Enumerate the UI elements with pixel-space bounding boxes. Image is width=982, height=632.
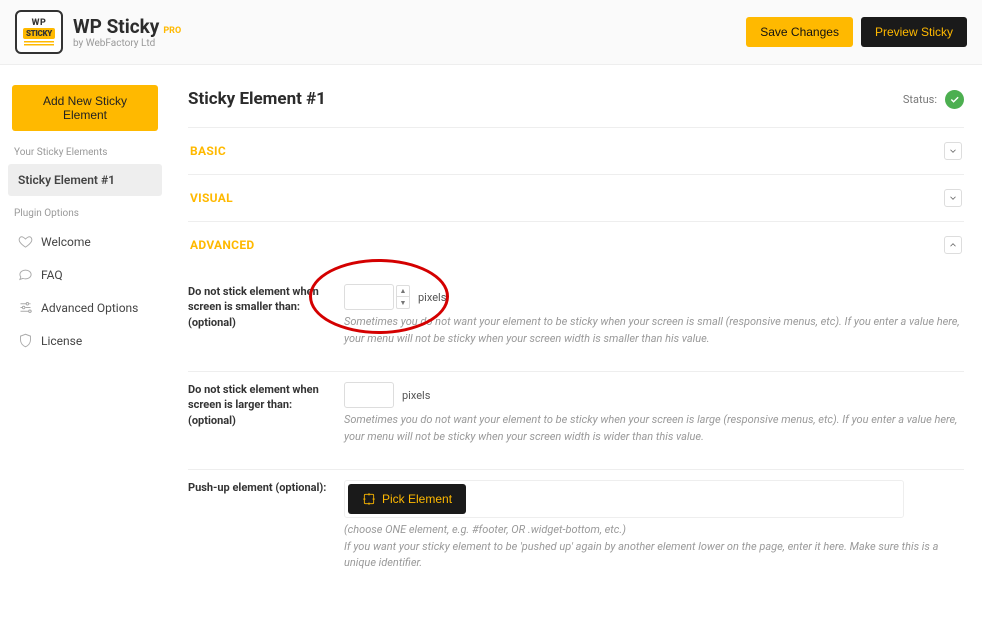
sidebar-elements-heading: Your Sticky Elements	[8, 143, 162, 164]
section-head-advanced[interactable]: ADVANCED	[188, 222, 964, 268]
save-button[interactable]: Save Changes	[746, 17, 853, 47]
section-title: ADVANCED	[190, 238, 254, 252]
section-basic: BASIC	[188, 127, 964, 174]
chevron-up-icon	[944, 236, 962, 254]
field-label-smaller-than: Do not stick element when screen is smal…	[188, 284, 344, 330]
sidebar-options-heading: Plugin Options	[8, 204, 162, 225]
section-title: BASIC	[190, 144, 226, 158]
spinner-down-icon[interactable]: ▼	[397, 297, 409, 308]
sidebar-item-label: Advanced Options	[41, 301, 138, 315]
pro-badge: PRO	[163, 26, 181, 36]
preview-button[interactable]: Preview Sticky	[861, 17, 967, 47]
sliders-icon	[18, 300, 33, 315]
heart-icon	[18, 234, 33, 249]
sidebar-item-sticky-element-1[interactable]: Sticky Element #1	[8, 164, 162, 196]
chat-icon	[18, 267, 33, 282]
sidebar-item-license[interactable]: License	[8, 324, 162, 357]
sidebar-item-label: Sticky Element #1	[18, 173, 115, 187]
section-visual: VISUAL	[188, 174, 964, 221]
app-logo: WP STICKY	[15, 10, 63, 54]
main-content: Sticky Element #1 Status: BASIC VISUAL	[170, 65, 982, 632]
pick-element-label: Pick Element	[382, 492, 452, 506]
chevron-down-icon	[944, 189, 962, 207]
field-label-larger-than: Do not stick element when screen is larg…	[188, 382, 344, 428]
page-title: Sticky Element #1	[188, 89, 326, 109]
title-block: WP Sticky PRO by WebFactory Ltd	[73, 15, 181, 49]
sidebar-item-label: FAQ	[41, 268, 63, 282]
unit-label: pixels	[402, 389, 430, 402]
sidebar-item-welcome[interactable]: Welcome	[8, 225, 162, 258]
logo-sticky-text: STICKY	[23, 28, 55, 39]
spinner-up-icon[interactable]: ▲	[397, 286, 409, 297]
section-title: VISUAL	[190, 191, 233, 205]
field-help: (choose ONE element, e.g. #footer, OR .w…	[344, 522, 964, 539]
status-block: Status:	[903, 90, 964, 109]
larger-than-input[interactable]	[344, 382, 394, 408]
add-sticky-element-button[interactable]: Add New Sticky Element	[12, 85, 158, 131]
smaller-than-input[interactable]	[344, 284, 394, 310]
chevron-down-icon	[944, 142, 962, 160]
logo-lines	[24, 41, 54, 47]
sidebar-item-label: Welcome	[41, 235, 91, 249]
app-title: WP Sticky	[73, 15, 159, 38]
app-header: WP STICKY WP Sticky PRO by WebFactory Lt…	[0, 0, 982, 65]
sidebar-item-advanced-options[interactable]: Advanced Options	[8, 291, 162, 324]
field-help: Sometimes you do not want your element t…	[344, 412, 964, 445]
check-icon	[949, 94, 960, 105]
number-spinner[interactable]: ▲ ▼	[396, 285, 410, 309]
shield-icon	[18, 333, 33, 348]
sidebar: Add New Sticky Element Your Sticky Eleme…	[0, 65, 170, 632]
target-icon	[362, 492, 376, 506]
status-badge[interactable]	[945, 90, 964, 109]
status-label: Status:	[903, 93, 937, 106]
pick-element-button[interactable]: Pick Element	[348, 484, 466, 514]
logo-wp-text: WP	[32, 18, 47, 28]
sidebar-item-faq[interactable]: FAQ	[8, 258, 162, 291]
section-head-basic[interactable]: BASIC	[188, 128, 964, 174]
section-head-visual[interactable]: VISUAL	[188, 175, 964, 221]
unit-label: pixels	[418, 291, 446, 304]
app-subtitle: by WebFactory Ltd	[73, 38, 181, 49]
sidebar-item-label: License	[41, 334, 82, 348]
section-advanced: ADVANCED Do not stick element when scree…	[188, 221, 964, 602]
field-label-pushup: Push-up element (optional):	[188, 480, 344, 495]
field-help: Sometimes you do not want your element t…	[344, 314, 964, 347]
field-help: If you want your sticky element to be 'p…	[344, 539, 964, 572]
